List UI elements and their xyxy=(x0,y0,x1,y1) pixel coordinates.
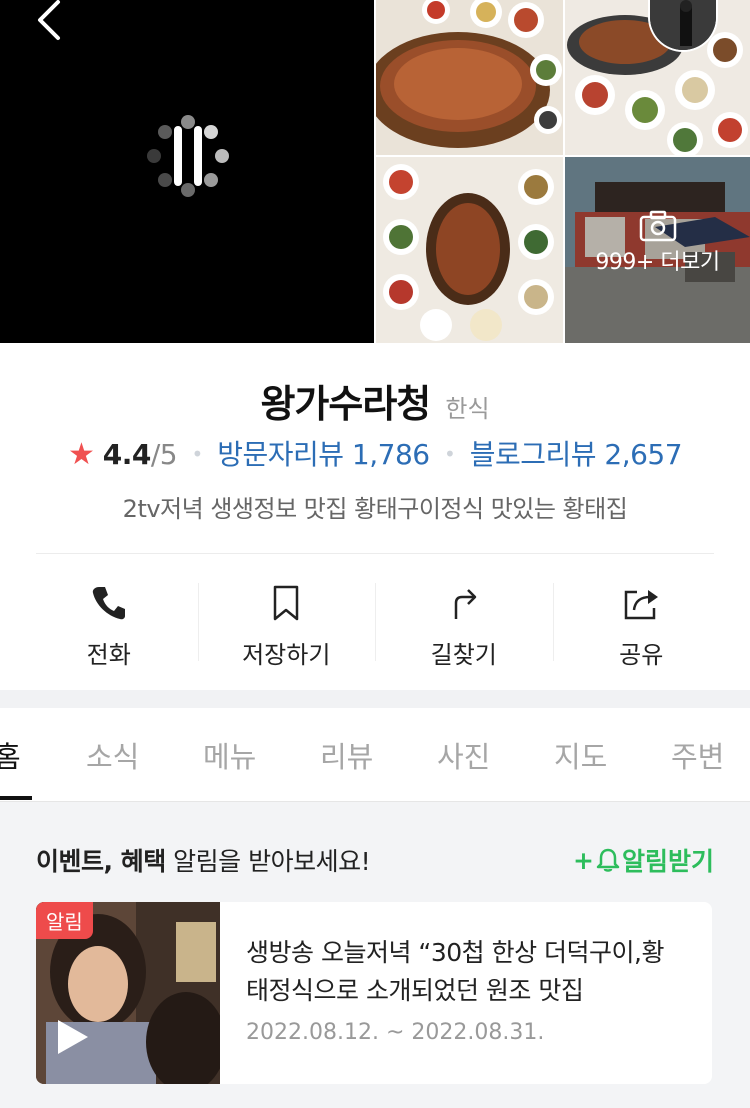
action-bar: 전화 저장하기 길찾기 공유 xyxy=(20,583,731,669)
event-thumbnail[interactable]: 알림 xyxy=(36,902,220,1084)
active-tab-indicator xyxy=(0,796,32,800)
event-date: 2022.08.12. ~ 2022.08.31. xyxy=(246,1020,545,1045)
more-photos-button[interactable]: 999+ 더보기 xyxy=(565,210,750,276)
event-heading: 이벤트, 혜택 알림을 받아보세요! xyxy=(36,842,371,878)
divider xyxy=(36,553,714,554)
more-photos-label: 999+ 더보기 xyxy=(595,250,720,275)
blog-reviews-link[interactable]: 블로그리뷰 2,657 xyxy=(470,438,683,471)
share-icon xyxy=(625,590,659,620)
bookmark-icon xyxy=(274,585,299,621)
place-page: 999+ 더보기 왕가수라청 한식 ★ 4.4/5 • 방문자리뷰 1,786 … xyxy=(0,0,750,1108)
call-button[interactable]: 전화 xyxy=(20,583,198,669)
video-player[interactable] xyxy=(0,0,374,343)
place-info: 왕가수라청 한식 ★ 4.4/5 • 방문자리뷰 1,786 • 블로그리뷰 2… xyxy=(0,343,750,690)
action-label: 공유 xyxy=(619,641,664,669)
title-row: 왕가수라청 한식 xyxy=(0,373,750,428)
place-name: 왕가수라청 xyxy=(260,384,431,426)
tab-menu[interactable]: 메뉴 xyxy=(203,734,256,776)
back-arrow-icon[interactable] xyxy=(30,0,70,48)
camera-icon xyxy=(639,210,676,242)
event-heading-rest: 알림을 받아보세요! xyxy=(165,847,371,876)
tab-map[interactable]: 지도 xyxy=(554,734,607,776)
place-category: 한식 xyxy=(445,395,490,423)
star-icon: ★ xyxy=(67,437,95,472)
separator-dot: • xyxy=(443,442,456,466)
directions-button[interactable]: 길찾기 xyxy=(375,583,553,669)
action-label: 전화 xyxy=(86,641,131,669)
subscribe-button[interactable]: + 알림받기 xyxy=(573,842,714,878)
review-summary: ★ 4.4/5 • 방문자리뷰 1,786 • 블로그리뷰 2,657 xyxy=(0,433,750,473)
visitor-reviews-link[interactable]: 방문자리뷰 1,786 xyxy=(217,438,430,471)
photo-header: 999+ 더보기 xyxy=(0,0,750,343)
tab-home[interactable]: 홈 xyxy=(0,734,21,776)
subscribe-label: 알림받기 xyxy=(621,847,714,876)
tab-nearby[interactable]: 주변 xyxy=(671,734,724,776)
event-section: 이벤트, 혜택 알림을 받아보세요! + 알림받기 알림 생방송 오늘저녁 “3… xyxy=(0,802,750,1108)
event-badge: 알림 xyxy=(36,902,93,939)
tab-news[interactable]: 소식 xyxy=(86,734,139,776)
tab-photos[interactable]: 사진 xyxy=(437,734,490,776)
event-heading-bold: 이벤트, 혜택 xyxy=(36,847,166,876)
photo-thumbnail[interactable] xyxy=(376,157,563,343)
event-card[interactable]: 알림 생방송 오늘저녁 “30첩 한상 더덕구이,황태정식으로 소개되었던 원조… xyxy=(36,902,712,1084)
rating-max: /5 xyxy=(150,438,178,471)
bell-icon xyxy=(596,848,620,872)
place-description: 2tv저녁 생생정보 맛집 황태구이정식 맛있는 황태집 xyxy=(122,495,628,523)
plus-icon: + xyxy=(573,845,594,875)
rating-value: 4.4 xyxy=(102,438,152,471)
save-button[interactable]: 저장하기 xyxy=(197,583,376,669)
phone-icon xyxy=(92,587,125,620)
event-title: 생방송 오늘저녁 “30첩 한상 더덕구이,황태정식으로 소개되었던 원조 맛집 xyxy=(246,938,665,1005)
photo-thumbnail[interactable] xyxy=(376,0,563,155)
section-tabs: 홈 소식 메뉴 리뷰 사진 지도 주변 xyxy=(0,708,750,802)
action-label: 저장하기 xyxy=(242,641,331,669)
action-label: 길찾기 xyxy=(430,641,497,669)
directions-icon xyxy=(454,589,476,619)
loading-spinner-icon xyxy=(147,115,229,197)
tab-reviews[interactable]: 리뷰 xyxy=(320,734,373,776)
separator-dot: • xyxy=(191,442,204,466)
share-button[interactable]: 공유 xyxy=(552,583,731,669)
play-icon[interactable] xyxy=(50,1016,92,1058)
